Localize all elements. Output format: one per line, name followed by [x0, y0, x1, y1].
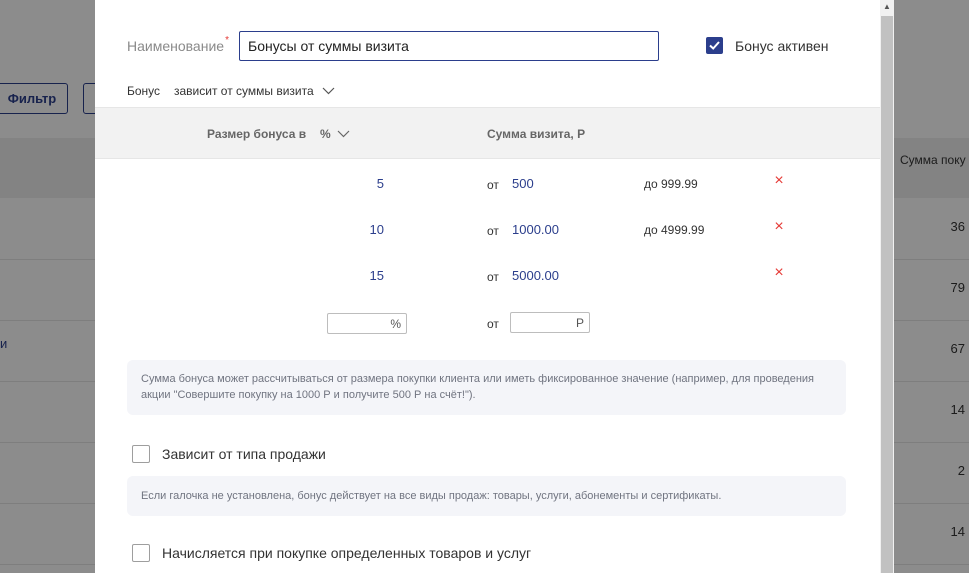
- to-value: до 999.99: [644, 177, 698, 191]
- bonus-modal: Наименование* Бонус активен Бонус зависи…: [95, 0, 880, 573]
- column-visit-sum: Сумма визита, Р: [487, 127, 586, 141]
- depends-on-sale-type-label: Зависит от типа продажи: [162, 446, 326, 462]
- column-bonus-size: Размер бонуса в: [207, 127, 307, 141]
- name-input[interactable]: [239, 31, 659, 61]
- required-mark: *: [225, 35, 229, 46]
- bonus-row: 15 от 5000.00 ×: [95, 262, 880, 292]
- specific-goods-label: Начисляется при покупке определенных тов…: [162, 545, 532, 561]
- delete-row-icon[interactable]: ×: [772, 173, 786, 189]
- currency-suffix: Р: [575, 316, 584, 330]
- bonus-percent[interactable]: 5: [307, 176, 384, 191]
- info-note-bonus-calc: Сумма бонуса может рассчитываться от раз…: [127, 360, 846, 415]
- modal-scrollbar[interactable]: ▲: [880, 0, 894, 573]
- bonus-active-checkbox[interactable]: [706, 37, 723, 54]
- delete-row-icon[interactable]: ×: [772, 219, 786, 235]
- name-label: Наименование*: [127, 35, 229, 54]
- bonus-dependency-value: зависит от суммы визита: [174, 84, 314, 98]
- from-value[interactable]: 500: [512, 176, 534, 191]
- checkmark-icon: [709, 41, 720, 50]
- info-note-sale-types: Если галочка не установлена, бонус дейст…: [127, 476, 846, 516]
- bonus-row: 10 от 1000.00 до 4999.99 ×: [95, 216, 880, 246]
- bonus-active-label: Бонус активен: [735, 38, 829, 54]
- specific-goods-checkbox[interactable]: [132, 544, 150, 562]
- scroll-thumb[interactable]: [881, 16, 893, 573]
- delete-row-icon[interactable]: ×: [772, 265, 786, 281]
- percent-suffix: %: [390, 317, 401, 331]
- bonus-label: Бонус: [127, 84, 161, 98]
- from-value[interactable]: 5000.00: [512, 268, 559, 283]
- bonus-percent[interactable]: 15: [307, 268, 384, 283]
- from-value[interactable]: 1000.00: [512, 222, 559, 237]
- scroll-up-arrow-icon[interactable]: ▲: [880, 2, 894, 12]
- from-label: от: [487, 270, 499, 284]
- from-label: от: [487, 224, 499, 238]
- from-label: от: [487, 178, 499, 192]
- bonus-row: 5 от 500 до 999.99 ×: [95, 170, 880, 200]
- chevron-down-icon: [322, 87, 335, 95]
- bonus-unit-value: %: [320, 127, 331, 141]
- bonus-table-header: Размер бонуса в % Сумма визита, Р: [95, 107, 880, 159]
- chevron-down-icon: [337, 130, 350, 138]
- depends-on-sale-type-checkbox[interactable]: [132, 445, 150, 463]
- new-bonus-percent-input[interactable]: %: [327, 313, 407, 334]
- bonus-percent[interactable]: 10: [307, 222, 384, 237]
- bonus-unit-dropdown[interactable]: %: [320, 127, 350, 141]
- new-visit-sum-input[interactable]: Р: [510, 312, 590, 333]
- new-from-label: от: [487, 317, 499, 331]
- bonus-dependency-dropdown[interactable]: зависит от суммы визита: [174, 84, 335, 98]
- to-value: до 4999.99: [644, 223, 705, 237]
